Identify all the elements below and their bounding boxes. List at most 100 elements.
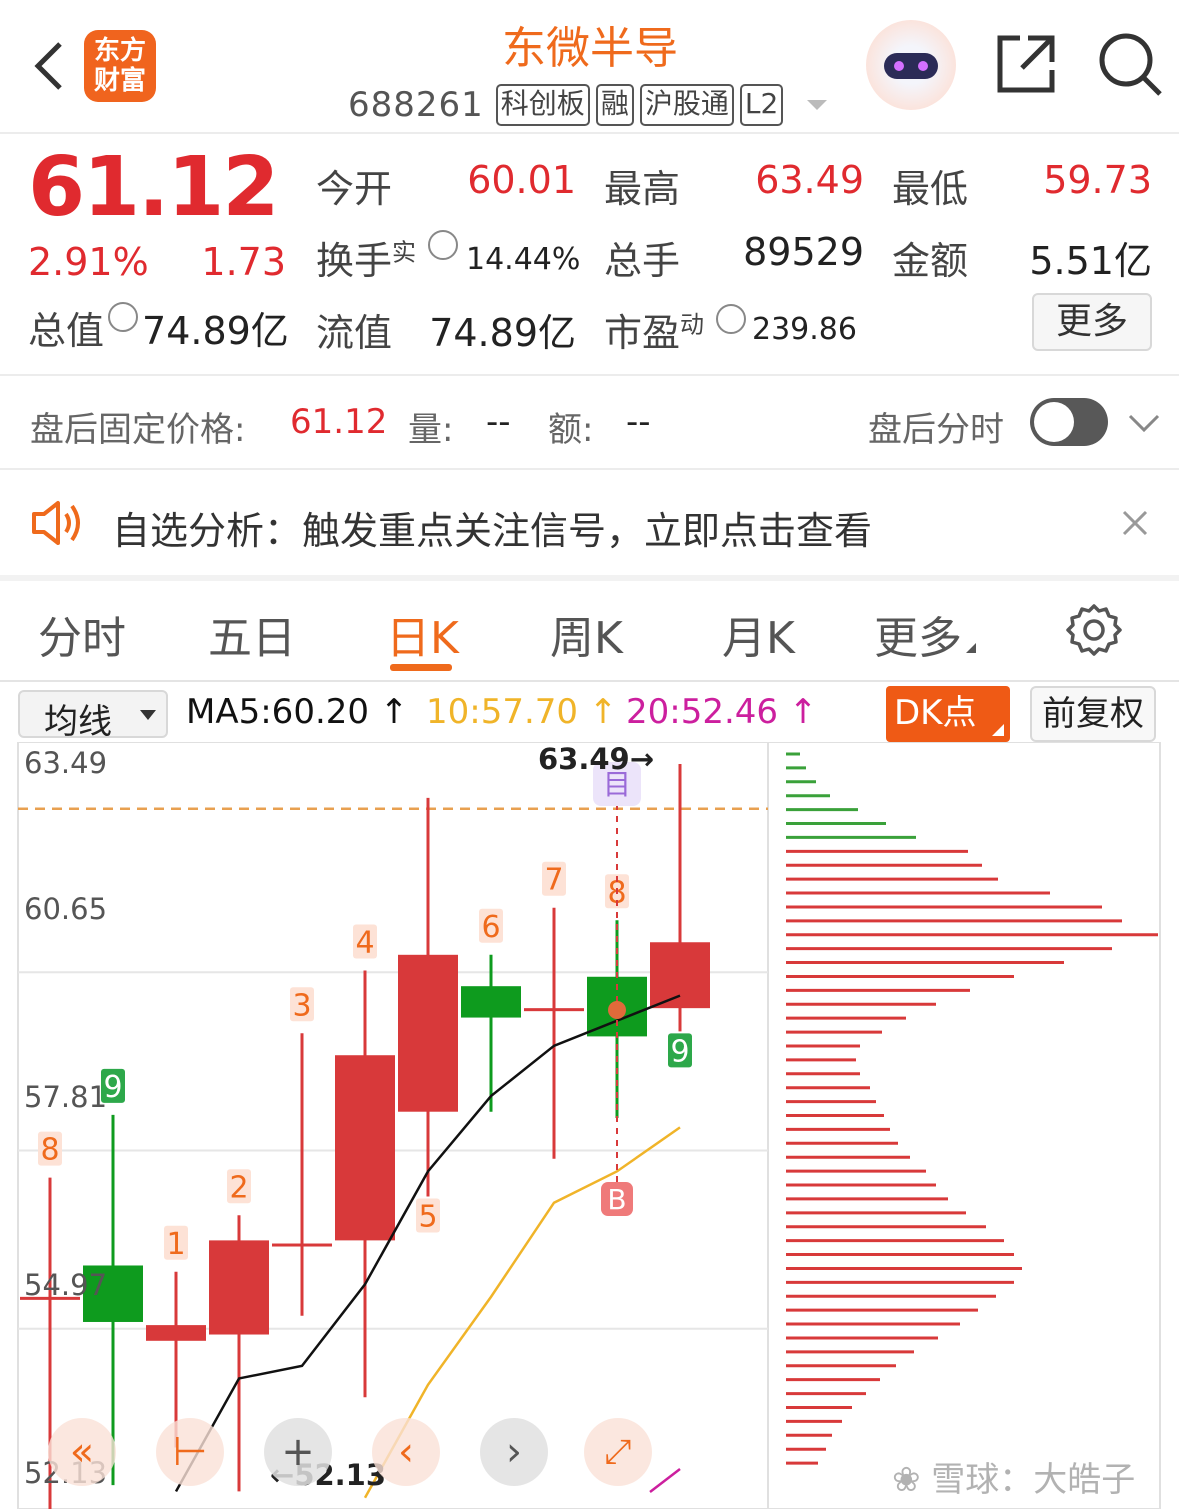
after-hours-vol: -- (486, 402, 511, 442)
adjust-button[interactable]: 前复权 (1030, 686, 1156, 742)
stock-tags: 科创板融沪股通 L2 (495, 84, 789, 126)
float-label: 流值 (316, 311, 393, 355)
td-count-label: 1 (166, 1227, 185, 1262)
zoom-in-button[interactable]: + (264, 1418, 332, 1486)
y-tick-label: 60.65 (24, 892, 108, 926)
candle-body (209, 1240, 269, 1335)
turnover-value: 14.44% (466, 242, 581, 277)
scroll-left-fast-button[interactable]: « (48, 1418, 116, 1486)
pe-value: 239.86 (752, 312, 857, 347)
indicator-select[interactable]: 均线 (18, 690, 168, 742)
ma5-value: MA5:60.20 ↑ (186, 692, 409, 732)
high-value: 63.49 (755, 158, 864, 202)
candle-body (398, 954, 458, 1112)
dropdown-arrow-icon (140, 710, 156, 720)
settings-icon[interactable] (1066, 602, 1122, 658)
stock-tag: 科创板 (495, 84, 590, 126)
candlestick-chart[interactable]: 891234567 89目B (0, 742, 1179, 1509)
after-hours-toggle-label: 盘后分时 (868, 410, 1004, 450)
stock-tag: 融 (595, 84, 634, 126)
after-hours-vol-label: 量: (408, 410, 454, 450)
after-hours-label: 盘后固定价格: (30, 410, 246, 450)
change-percent: 2.91% (28, 240, 149, 284)
ma20-line (649, 1468, 681, 1493)
tab-wuri[interactable]: 五日 (208, 602, 296, 666)
logo-line-2: 财富 (93, 66, 146, 96)
y-tick-label: 54.97 (24, 1268, 108, 1302)
tab-fenshi[interactable]: 分时 (38, 602, 126, 666)
turnover-sup: 实 (392, 238, 417, 267)
candle-body (146, 1325, 206, 1341)
y-tick-label: 63.49 (24, 746, 108, 780)
stock-tag: L2 (739, 84, 784, 126)
corner-arrow-icon (966, 643, 976, 653)
total-value-row: 总值 74.89亿 (28, 300, 289, 355)
low-label: 最低 (892, 167, 969, 211)
ma20-value: 20:52.46 ↑ (626, 692, 818, 732)
volume-value: 89529 (743, 230, 864, 274)
indicator-select-value: 均线 (44, 702, 112, 742)
stock-code: 688261 (348, 85, 484, 125)
candle-body (524, 1008, 584, 1012)
app-logo: 东方 财富 (84, 30, 156, 102)
robot-avatar-icon[interactable] (866, 20, 956, 110)
td-count-label: 2 (229, 1170, 248, 1205)
td-count-label: 7 (544, 863, 563, 898)
tab-day-k[interactable]: 日K (386, 602, 459, 666)
after-hours-amt-label: 额: (548, 410, 594, 450)
td-count-label: 8 (40, 1133, 59, 1168)
high-label: 最高 (604, 167, 681, 211)
scroll-start-button[interactable]: ⊢ (156, 1418, 224, 1486)
pe-label: 市盈动 (604, 310, 705, 355)
banner-text[interactable]: 自选分析：触发重点关注信号，立即点击查看 (112, 500, 872, 555)
more-button[interactable]: 更多 (1032, 293, 1152, 351)
candle-body (272, 1243, 332, 1247)
active-tab-indicator (390, 664, 452, 671)
td-count-label: 3 (292, 988, 311, 1023)
total-value: 74.89亿 (142, 309, 289, 353)
info-icon[interactable] (716, 304, 746, 334)
corner-arrow-icon (992, 724, 1004, 736)
tab-more[interactable]: 更多 (874, 602, 976, 666)
open-value: 60.01 (467, 158, 576, 202)
back-icon[interactable] (28, 38, 68, 94)
info-icon[interactable] (428, 230, 458, 260)
stock-subtitle: 688261 科创板融沪股通 L2 (348, 82, 828, 128)
dk-point-button[interactable]: DK点 (886, 686, 1010, 742)
watermark: ❀ 雪球：大皓子 (892, 1460, 1136, 1500)
search-icon[interactable] (1096, 30, 1164, 98)
prev-button[interactable]: ‹ (372, 1418, 440, 1486)
tab-month-k[interactable]: 月K (722, 602, 795, 666)
logo-line-1: 东方 (93, 36, 146, 66)
current-price: 61.12 (28, 140, 279, 235)
buy-signal-label: B (607, 1183, 626, 1216)
tab-week-k[interactable]: 周K (550, 602, 623, 666)
float-value: 74.89亿 (429, 311, 576, 355)
td-count-label: 9 (670, 1034, 689, 1069)
td-count-label: 5 (418, 1199, 437, 1234)
stock-name: 东微半导 (502, 23, 678, 74)
dropdown-arrow-icon[interactable] (807, 100, 828, 110)
candle-body (335, 1055, 395, 1241)
info-icon[interactable] (108, 302, 139, 332)
total-value-label: 总值 (28, 309, 105, 353)
fullscreen-button[interactable]: ⤢ (584, 1418, 652, 1486)
after-hours-amt: -- (626, 402, 651, 442)
signal-dot (608, 1001, 626, 1019)
amount-value: 5.51亿 (1029, 239, 1152, 283)
close-icon[interactable] (1120, 508, 1150, 538)
after-hours-toggle[interactable] (1030, 398, 1108, 446)
td-count-label: 6 (481, 910, 500, 945)
share-icon[interactable] (994, 32, 1058, 96)
max-price-label: 63.49→ (538, 742, 655, 776)
pe-sup: 动 (680, 310, 705, 339)
change-amount: 1.73 (201, 240, 286, 284)
candle-body (650, 942, 710, 1009)
after-hours-price: 61.12 (290, 402, 388, 442)
y-tick-label: 57.81 (24, 1080, 108, 1114)
chevron-down-icon[interactable] (1124, 408, 1164, 438)
next-button[interactable]: › (480, 1418, 548, 1486)
td-count-label: 4 (355, 925, 374, 960)
open-label: 今开 (316, 167, 393, 211)
speaker-icon (28, 498, 84, 548)
